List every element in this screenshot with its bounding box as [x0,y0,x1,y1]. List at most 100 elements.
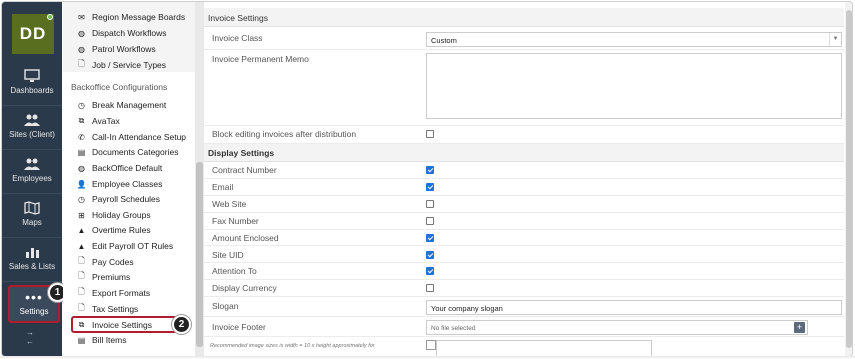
nav-item-documents-categories[interactable]: ▤ Documents Categories [77,145,179,159]
nav-item-holiday-groups[interactable]: ⊞ Holiday Groups [77,208,150,222]
nav-item-edit-payroll-ot-rules[interactable]: ▲ Edit Payroll OT Rules [77,239,174,253]
block-editing-label: Block editing invoices after distributio… [212,129,357,139]
display-row-checkbox[interactable] [426,166,434,174]
map-icon [24,201,40,215]
display-row-label: Email [212,181,234,192]
main-scrollbar-thumb[interactable] [846,10,852,348]
rail-item-label: Sales & Lists [8,262,56,271]
rail-item-dashboards[interactable]: Dashboards [2,62,62,106]
nav-scrollbar-thumb[interactable] [196,162,203,347]
nav-item-label: BackOffice Default [92,163,163,173]
icon-rail: DD Dashboards Sites (Client) Employees M… [2,2,62,356]
display-row-label: Fax Number [212,215,259,226]
globe-icon: ◍ [78,163,85,173]
permanent-memo-textarea[interactable] [426,53,842,119]
rail-item-employees[interactable]: Employees [2,150,62,194]
display-row: Web Site [204,196,844,213]
envelope-icon: ✉ [78,12,85,22]
nav-item-label: Bill Items [92,335,127,345]
display-row: Display Currency [204,280,844,298]
nav-item-payroll-schedules[interactable]: ◷ Payroll Schedules [77,192,160,206]
nav-item-job-service-types[interactable]: 🗋 Job / Service Types [77,58,166,72]
row-permanent-memo: Invoice Permanent Memo [204,50,844,126]
active-item-highlight [71,316,186,333]
footer-file-status: No file selected [431,325,476,332]
nav-item-break-management[interactable]: ◷ Break Management [77,98,166,112]
slogan-value: Your company slogan [431,304,503,313]
nav-scrollbar[interactable] [195,2,204,356]
block-editing-checkbox[interactable] [426,130,434,138]
invoice-footer-label: Invoice Footer [212,322,266,332]
display-row-checkbox[interactable] [426,250,434,259]
display-row-checkbox[interactable] [426,199,434,208]
main-scrollbar[interactable] [845,2,852,356]
nav-item-dispatch-workflows[interactable]: ◍ Dispatch Workflows [77,26,166,40]
row-invoice-footer: Invoice Footer No file selected + [204,317,844,337]
file-icon: ▤ [77,147,86,157]
phone-icon: ✆ [78,132,85,142]
nav-item-region-message-boards[interactable]: ✉ Region Message Boards [77,10,185,24]
display-row-checkbox[interactable] [426,233,434,242]
nav-item-label: Region Message Boards [92,12,186,22]
slogan-input[interactable]: Your company slogan [426,300,842,315]
display-row-checkbox[interactable] [426,284,434,293]
footer-extra-field[interactable] [436,340,652,356]
permanent-memo-label: Invoice Permanent Memo [212,54,309,64]
nav-item-premiums[interactable]: 🗋 Premiums [77,270,130,284]
invoice-class-select[interactable]: Custom ▼ [426,32,842,47]
file-icon: ▤ [77,335,86,345]
globe-icon: ◍ [78,44,85,54]
nav-item-label: Edit Payroll OT Rules [92,241,174,251]
invoice-class-value: Custom [431,36,457,45]
display-row-label: Display Currency [212,283,277,294]
warning-icon: ▲ [77,241,86,251]
row-block-editing: Block editing invoices after distributio… [204,126,844,144]
rail-item-label: Sites (Client) [9,130,55,139]
nav-item-label: Payroll Schedules [92,194,161,204]
display-row-checkbox[interactable] [426,182,434,191]
nav-item-label: Job / Service Types [92,60,167,70]
display-row-label: Web Site [212,198,247,209]
avatar-initials: DD [19,24,47,43]
rail-item-sales-lists[interactable]: Sales & Lists [2,238,62,282]
add-file-button[interactable]: + [794,322,805,333]
chevron-down-icon: ▼ [829,33,841,46]
clock-icon: ◷ [78,100,85,110]
nav-item-employee-classes[interactable]: 👤 Employee Classes [77,177,163,191]
nav-item-tax-settings[interactable]: 🗋 Tax Settings [77,302,138,316]
display-row-label: Contract Number [212,165,277,175]
display-row: Attention To [204,263,844,281]
nav-item-patrol-workflows[interactable]: ◍ Patrol Workflows [77,42,156,56]
nav-item-pay-codes[interactable]: 🗋 Pay Codes [77,255,133,269]
document-icon: 🗋 [78,271,85,280]
nav-section-title: Backoffice Configurations [71,82,168,92]
invoice-footer-file-input[interactable]: No file selected [426,320,808,335]
nav-item-label: Dispatch Workflows [92,28,167,38]
nav-item-export-formats[interactable]: 🗋 Export Formats [77,286,150,300]
rail-item-label: Maps [22,218,42,227]
collapse-arrows-icon[interactable]: → ← [26,328,34,346]
nav-item-backoffice-default[interactable]: ◍ BackOffice Default [77,161,162,175]
display-row-checkbox[interactable] [426,216,434,225]
nav-item-label: Tax Settings [92,304,139,314]
display-row-checkbox[interactable] [426,267,434,276]
document-icon: 🗋 [78,256,85,265]
rail-item-maps[interactable]: Maps [2,194,62,238]
nav-item-call-in-attendance[interactable]: ✆ Call-In Attendance Setup [77,130,186,144]
nav-item-avatax[interactable]: ⧉ AvaTax [77,114,120,128]
nav-item-overtime-rules[interactable]: ▲ Overtime Rules [77,223,151,237]
nav-item-label: Overtime Rules [92,225,151,235]
document-icon: 🗋 [78,303,85,312]
nav-item-label: AvaTax [92,116,120,126]
display-row: Contract Number [204,162,844,179]
online-status-dot [47,14,53,20]
chart-icon [26,248,39,258]
rail-item-label: Dashboards [10,86,54,95]
avatar[interactable]: DD [12,14,54,54]
footer-option-checkbox[interactable] [426,340,436,350]
nav-item-label: Premiums [92,272,131,282]
display-row-label: Attention To [212,266,257,277]
rail-item-sites[interactable]: Sites (Client) [2,106,62,150]
nav-item-bill-items[interactable]: ▤ Bill Items [77,333,127,347]
row-slogan: Slogan Your company slogan [204,298,844,317]
